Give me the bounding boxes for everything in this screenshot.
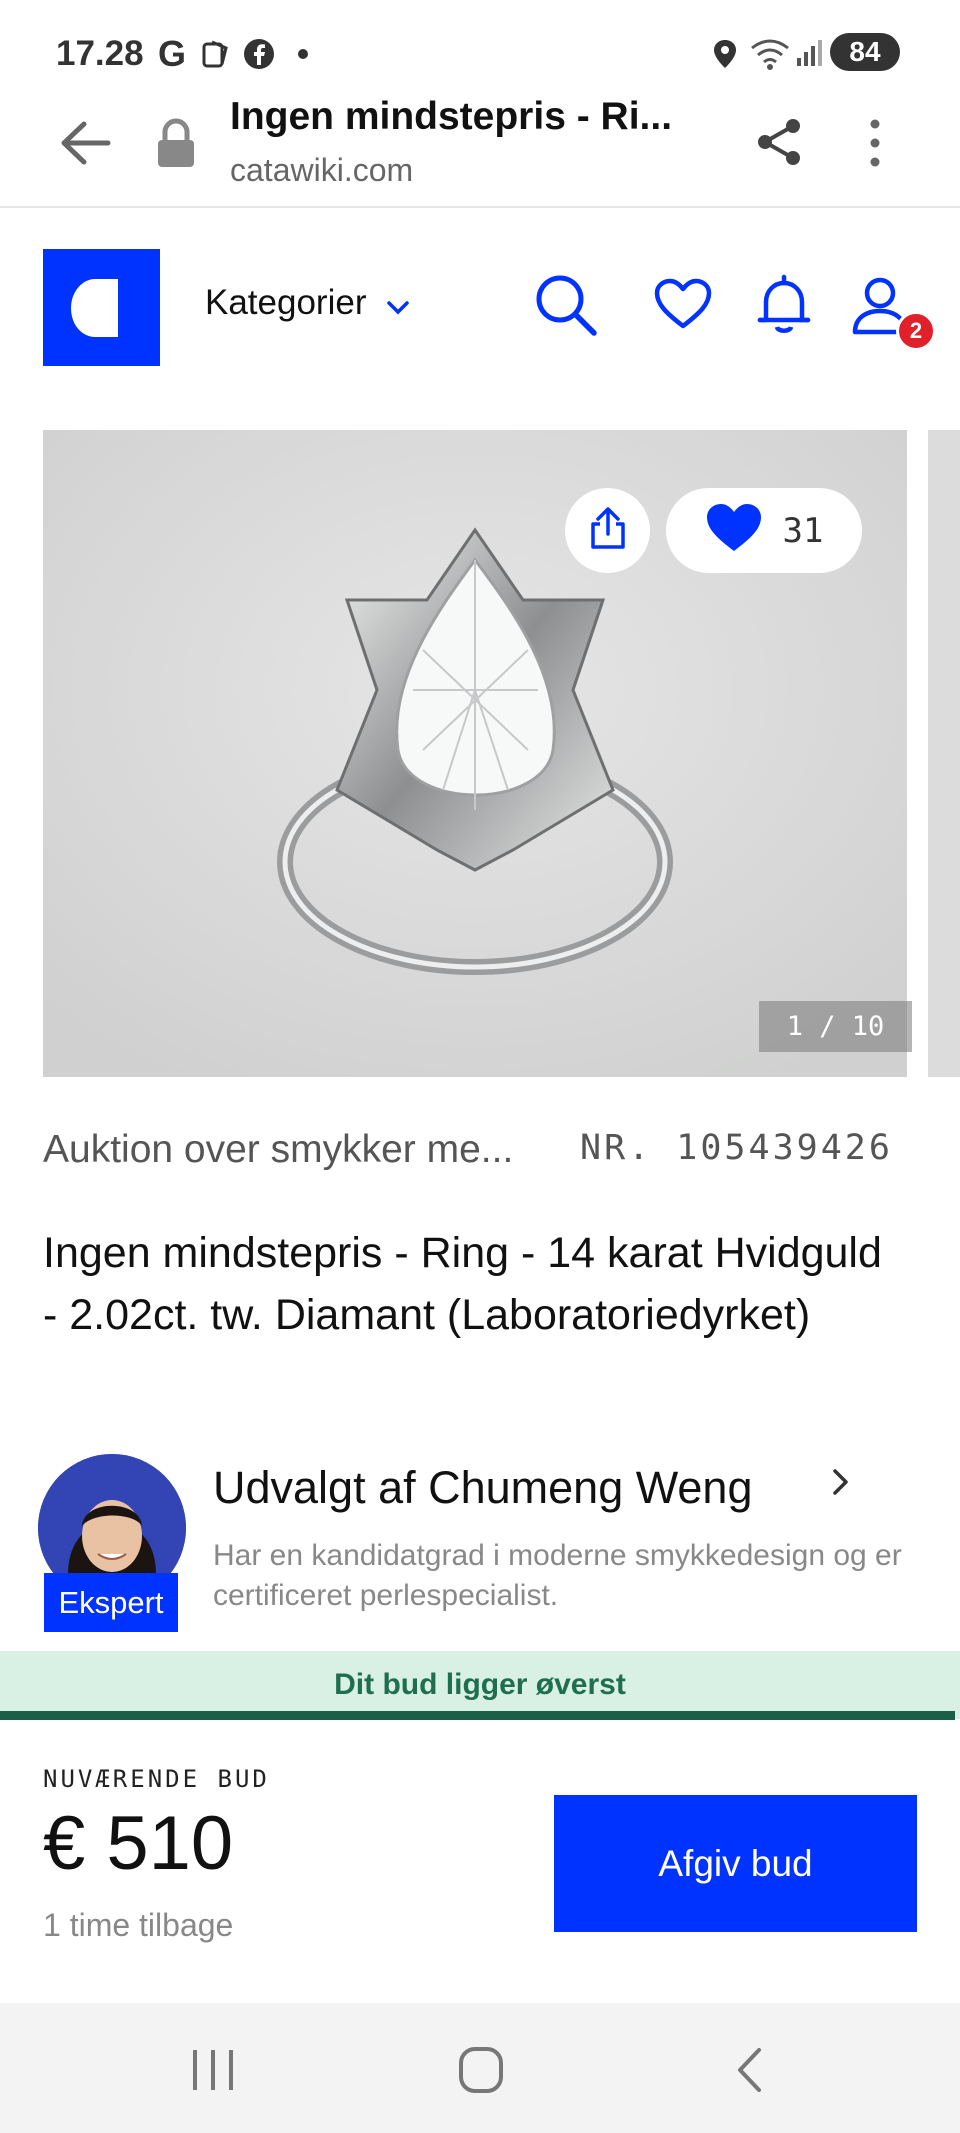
- more-options-icon[interactable]: [868, 118, 882, 173]
- location-icon: [712, 38, 738, 75]
- favorite-count: 31: [782, 510, 824, 551]
- banner-progress-line: [0, 1711, 955, 1720]
- facebook-icon: [243, 38, 275, 75]
- recent-apps-icon[interactable]: [190, 2048, 236, 2097]
- upload-share-icon: [589, 506, 627, 555]
- expert-description: Har en kandidatgrad i moderne smykkedesi…: [213, 1539, 902, 1612]
- favorites-heart-icon[interactable]: [654, 278, 712, 335]
- page-title: Ingen mindstepris - Ri...: [230, 95, 673, 138]
- wifi-icon: [750, 36, 790, 75]
- system-navigation-bar: [0, 2003, 960, 2133]
- favorite-button[interactable]: 31: [666, 488, 862, 573]
- back-nav-icon[interactable]: [735, 2046, 763, 2099]
- signal-icon: [795, 38, 823, 73]
- expert-badge: Ekspert: [44, 1573, 178, 1632]
- back-arrow-icon[interactable]: [58, 118, 112, 173]
- notifications-bell-icon[interactable]: [756, 274, 812, 341]
- battery-level: 84: [849, 36, 881, 67]
- status-time: 17.28: [56, 34, 144, 73]
- chevron-right-icon[interactable]: [830, 1467, 852, 1502]
- share-button[interactable]: [565, 488, 650, 573]
- status-bar: 17.28 G 84: [0, 0, 960, 100]
- image-counter: 1 / 10: [759, 1001, 912, 1052]
- time-remaining: 1 time tilbage: [43, 1907, 234, 1943]
- notification-count: 2: [909, 318, 923, 343]
- place-bid-button[interactable]: Afgiv bud: [554, 1795, 917, 1932]
- page-url[interactable]: catawiki.com: [230, 152, 413, 189]
- share-icon[interactable]: [755, 117, 803, 172]
- categories-label: Kategorier: [205, 283, 367, 322]
- categories-menu[interactable]: Kategorier: [205, 283, 410, 325]
- auction-category-link[interactable]: Auktion over smykker me...: [43, 1128, 513, 1172]
- highest-bid-message: Dit bud ligger øverst: [334, 1668, 626, 1701]
- notification-count-badge: 2: [896, 311, 936, 351]
- dot-icon: [298, 49, 308, 59]
- lot-title: Ingen mindstepris - Ring - 14 karat Hvid…: [43, 1229, 882, 1339]
- current-bid-label: NUVÆRENDE BUD: [43, 1765, 270, 1793]
- catawiki-logo[interactable]: [43, 249, 160, 366]
- lock-icon[interactable]: [155, 116, 197, 175]
- expert-name-link[interactable]: Udvalgt af Chumeng Weng: [213, 1462, 752, 1514]
- battery-indicator: 84: [830, 33, 900, 71]
- chevron-down-icon: [386, 285, 410, 325]
- current-bid-amount: € 510: [43, 1801, 234, 1886]
- google-icon: G: [158, 33, 187, 74]
- heart-filled-icon: [705, 502, 763, 559]
- next-image-preview[interactable]: [928, 430, 960, 1077]
- home-icon[interactable]: [458, 2046, 504, 2099]
- highest-bid-banner: Dit bud ligger øverst: [0, 1651, 960, 1719]
- lot-number: NR. 105439426: [580, 1128, 893, 1168]
- search-icon[interactable]: [533, 272, 599, 343]
- notification-app-icon: [200, 38, 232, 75]
